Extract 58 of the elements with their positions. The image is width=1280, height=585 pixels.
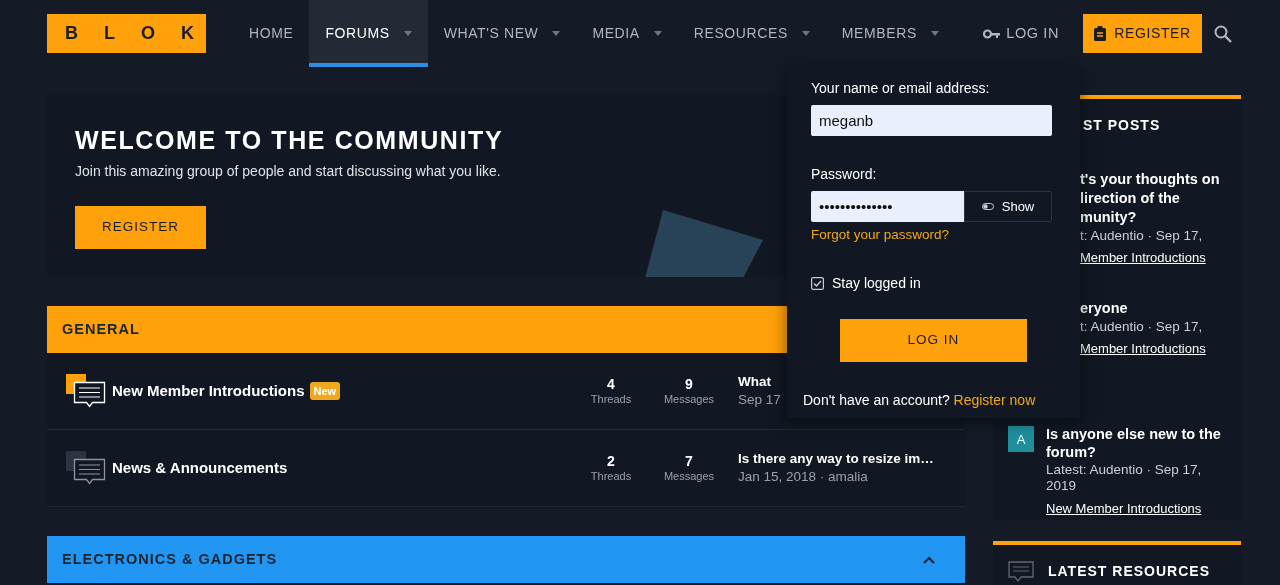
login-button[interactable]: LOG IN [840,319,1027,362]
show-password-button[interactable]: Show [964,191,1052,222]
forgot-password-link[interactable]: Forgot your password? [811,225,950,246]
stat-count: 9 [684,377,694,393]
post-meta: t: Audentio · Sep 17, [1080,317,1204,336]
welcome-text: Join this amazing group of people and start discussing what you like. [75,162,501,181]
new-label: New [309,381,341,401]
message-icon [1008,561,1034,583]
category-title: GENERAL [62,319,140,339]
register-button[interactable]: REGISTER [75,206,206,249]
signup-prompt: Don't have an account? Register now [803,391,1037,410]
checkbox-label: Stay logged in [832,274,921,293]
email-field[interactable]: meganb [811,105,1052,136]
post-title-link[interactable]: Is anyone else new to the forum? [1046,426,1226,462]
category-title: ELECTRONICS & GADGETS [62,549,278,569]
checkbox[interactable] [811,277,824,290]
field-label: Password: [811,165,878,184]
chevron-up-icon[interactable] [923,555,935,564]
last-post-link[interactable]: What [738,373,771,391]
nav-tab[interactable]: FORUMS [309,0,428,67]
forum-title-link[interactable]: New Member Introductions [112,379,305,403]
welcome-title: WELCOME TO THE COMMUNITY [75,125,505,155]
stat-count: 2 [606,454,616,470]
post-meta: Latest: Audentio · Sep 17, 2019 [1046,461,1203,495]
password-field[interactable]: •••••••••••••• [811,191,964,222]
toggle-icon [981,203,994,210]
last-post-meta: Jan 15, 2018 · amalia [738,468,868,486]
forum-link[interactable]: Member Introductions [1080,339,1206,359]
forum-link[interactable]: New Member Introductions [1046,498,1202,519]
key-icon [983,28,1001,39]
post-meta: t: Audentio · Sep 17, [1080,226,1204,245]
stat-label: Messages [662,469,716,482]
site-logo[interactable]: BLOK [47,14,206,53]
nav-tab[interactable]: MEDIA [576,0,678,67]
nav-tab[interactable]: HOME [233,0,310,67]
last-post-link[interactable]: Is there any way to resize im… [738,450,934,468]
post-title-link[interactable]: eryone [1080,299,1230,318]
forum-link[interactable]: Member Introductions [1080,248,1206,268]
clipboard-icon [1094,26,1107,41]
nav-tab[interactable]: WHAT'S NEW [427,0,577,67]
register-button[interactable]: REGISTER [1083,14,1202,53]
stat-label: Threads [589,469,633,482]
stat-label: Threads [589,392,633,405]
stat-label: Messages [662,392,716,405]
avatar[interactable]: A [1008,426,1034,453]
panel-title: LATEST RESOURCES [1048,562,1210,581]
post-title-link[interactable]: t's your thoughts on lirection of the munity? [1080,170,1230,227]
nav-tab[interactable]: RESOURCES [677,0,826,67]
category-header[interactable]: ELECTRONICS & GADGETS [47,536,965,583]
nav-tab[interactable]: MEMBERS [825,0,955,67]
stat-count: 7 [684,454,694,470]
last-post-meta: Sep 17 [738,391,781,409]
field-label: Your name or email address: [811,79,991,98]
forum-title-link[interactable]: News & Announcements [112,456,288,480]
stat-count: 4 [606,377,616,393]
register-link[interactable]: Register now [953,392,1036,408]
panel-title: ST POSTS [1082,116,1162,135]
login-link[interactable]: LOG IN [983,22,1059,45]
